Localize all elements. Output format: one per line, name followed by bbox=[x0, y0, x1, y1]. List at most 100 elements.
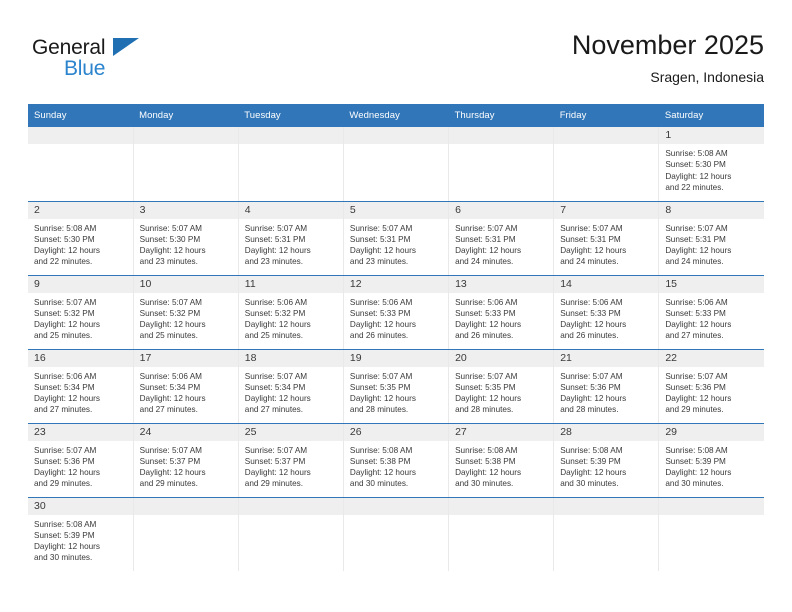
day-details: Sunrise: 5:06 AM Sunset: 5:34 PM Daylight:… bbox=[134, 367, 238, 416]
day-number bbox=[554, 127, 659, 144]
day-details: Sunrise: 5:06 AM Sunset: 5:32 PM Daylight:… bbox=[239, 293, 343, 342]
day-number: 14 bbox=[554, 275, 659, 293]
sunrise-text: Sunrise: 5:06 AM bbox=[455, 297, 518, 307]
day-details: Sunrise: 5:06 AM Sunset: 5:33 PM Daylight:… bbox=[659, 293, 764, 342]
calendar-day-cell[interactable]: 24 Sunrise: 5:07 AM Sunset: 5:37 PM Dayligh… bbox=[133, 423, 239, 498]
calendar-empty-cell bbox=[133, 497, 239, 571]
page-title: November 2025 bbox=[571, 30, 764, 60]
calendar-day-cell[interactable]: 12 Sunrise: 5:06 AM Sunset: 5:33 PM Dayligh… bbox=[343, 275, 450, 350]
calendar-week-row: 1 Sunrise: 5:08 AM Sunset: 5:30 PM Daylight… bbox=[28, 127, 764, 202]
calendar-empty-cell bbox=[343, 127, 450, 202]
day-details: Sunrise: 5:07 AM Sunset: 5:32 PM Daylight:… bbox=[28, 293, 133, 342]
day-number bbox=[133, 127, 238, 144]
calendar-day-cell[interactable]: 5 Sunrise: 5:07 AM Sunset: 5:31 PM Daylight… bbox=[343, 201, 450, 276]
daylight-text-line2: and 25 minutes. bbox=[34, 331, 93, 341]
calendar-body: 1 Sunrise: 5:08 AM Sunset: 5:30 PM Daylight… bbox=[28, 127, 764, 571]
calendar-day-cell[interactable]: 20 Sunrise: 5:07 AM Sunset: 5:35 PM Dayligh… bbox=[448, 349, 555, 424]
sunset-text: Sunset: 5:36 PM bbox=[665, 382, 726, 392]
sunrise-text: Sunrise: 5:08 AM bbox=[455, 445, 518, 455]
calendar-page: General Blue November 2025 Sragen, Indon… bbox=[0, 0, 792, 612]
calendar-day-cell[interactable]: 18 Sunrise: 5:07 AM Sunset: 5:34 PM Dayligh… bbox=[238, 349, 344, 424]
daylight-text-line1: Daylight: 12 hours bbox=[244, 468, 311, 478]
sunrise-text: Sunrise: 5:07 AM bbox=[34, 445, 97, 455]
daylight-text-line1: Daylight: 12 hours bbox=[349, 320, 416, 330]
sunset-text: Sunset: 5:31 PM bbox=[244, 234, 306, 244]
sunrise-text: Sunrise: 5:07 AM bbox=[139, 445, 202, 455]
daylight-text-line2: and 30 minutes. bbox=[349, 479, 409, 489]
daylight-text-line2: and 25 minutes. bbox=[139, 331, 198, 341]
sunset-text: Sunset: 5:32 PM bbox=[244, 308, 306, 318]
calendar-day-cell[interactable]: 16 Sunrise: 5:06 AM Sunset: 5:34 PM Dayligh… bbox=[28, 349, 134, 424]
daylight-text-line1: Daylight: 12 hours bbox=[665, 320, 732, 330]
sunrise-text: Sunrise: 5:06 AM bbox=[560, 297, 623, 307]
sunset-text: Sunset: 5:30 PM bbox=[34, 234, 95, 244]
calendar-empty-cell bbox=[28, 127, 134, 202]
calendar-empty-cell bbox=[448, 127, 555, 202]
calendar-day-cell[interactable]: 29 Sunrise: 5:08 AM Sunset: 5:39 PM Dayligh… bbox=[658, 423, 764, 498]
sunset-text: Sunset: 5:38 PM bbox=[455, 456, 516, 466]
day-details: Sunrise: 5:06 AM Sunset: 5:33 PM Daylight:… bbox=[449, 293, 553, 342]
calendar-day-cell[interactable]: 22 Sunrise: 5:07 AM Sunset: 5:36 PM Dayligh… bbox=[658, 349, 764, 424]
daylight-text-line1: Daylight: 12 hours bbox=[560, 394, 627, 404]
day-details: Sunrise: 5:07 AM Sunset: 5:31 PM Daylight:… bbox=[344, 219, 448, 268]
daylight-text-line1: Daylight: 12 hours bbox=[34, 468, 100, 478]
sunrise-text: Sunrise: 5:07 AM bbox=[349, 371, 413, 381]
day-number: 15 bbox=[659, 275, 764, 293]
calendar-day-cell[interactable]: 9 Sunrise: 5:07 AM Sunset: 5:32 PM Daylight… bbox=[28, 275, 134, 350]
daylight-text-line1: Daylight: 12 hours bbox=[139, 468, 206, 478]
calendar-day-cell[interactable]: 8 Sunrise: 5:07 AM Sunset: 5:31 PM Daylight… bbox=[658, 201, 764, 276]
calendar-day-cell[interactable]: 27 Sunrise: 5:08 AM Sunset: 5:38 PM Dayligh… bbox=[448, 423, 555, 498]
day-number: 13 bbox=[449, 275, 554, 293]
calendar-day-cell[interactable]: 23 Sunrise: 5:07 AM Sunset: 5:36 PM Dayligh… bbox=[28, 423, 134, 498]
sunrise-text: Sunrise: 5:07 AM bbox=[455, 371, 518, 381]
sunrise-text: Sunrise: 5:07 AM bbox=[34, 297, 97, 307]
sunrise-text: Sunrise: 5:06 AM bbox=[34, 371, 97, 381]
calendar-day-cell[interactable]: 30 Sunrise: 5:08 AM Sunset: 5:39 PM Dayligh… bbox=[28, 497, 134, 571]
calendar-day-cell[interactable]: 6 Sunrise: 5:07 AM Sunset: 5:31 PM Daylight… bbox=[448, 201, 555, 276]
calendar-day-cell[interactable]: 19 Sunrise: 5:07 AM Sunset: 5:35 PM Dayligh… bbox=[343, 349, 450, 424]
sunset-text: Sunset: 5:39 PM bbox=[665, 456, 726, 466]
sunrise-text: Sunrise: 5:07 AM bbox=[244, 445, 308, 455]
daylight-text-line1: Daylight: 12 hours bbox=[34, 246, 100, 256]
sunset-text: Sunset: 5:32 PM bbox=[139, 308, 201, 318]
calendar-day-cell[interactable]: 15 Sunrise: 5:06 AM Sunset: 5:33 PM Dayligh… bbox=[658, 275, 764, 350]
day-number: 2 bbox=[28, 201, 133, 219]
daylight-text-line1: Daylight: 12 hours bbox=[139, 394, 206, 404]
calendar-day-cell[interactable]: 28 Sunrise: 5:08 AM Sunset: 5:39 PM Dayligh… bbox=[553, 423, 660, 498]
calendar-day-cell[interactable]: 3 Sunrise: 5:07 AM Sunset: 5:30 PM Daylight… bbox=[133, 201, 239, 276]
calendar-day-cell[interactable]: 21 Sunrise: 5:07 AM Sunset: 5:36 PM Dayligh… bbox=[553, 349, 660, 424]
calendar-day-cell[interactable]: 25 Sunrise: 5:07 AM Sunset: 5:37 PM Dayligh… bbox=[238, 423, 344, 498]
calendar-day-cell[interactable]: 1 Sunrise: 5:08 AM Sunset: 5:30 PM Daylight… bbox=[658, 127, 764, 202]
sunset-text: Sunset: 5:33 PM bbox=[665, 308, 726, 318]
calendar-day-cell[interactable]: 13 Sunrise: 5:06 AM Sunset: 5:33 PM Dayligh… bbox=[448, 275, 555, 350]
calendar-day-cell[interactable]: 7 Sunrise: 5:07 AM Sunset: 5:31 PM Daylight… bbox=[553, 201, 660, 276]
day-number: 17 bbox=[133, 349, 238, 367]
sunset-text: Sunset: 5:31 PM bbox=[455, 234, 516, 244]
sunrise-text: Sunrise: 5:07 AM bbox=[665, 371, 728, 381]
calendar-day-cell[interactable]: 11 Sunrise: 5:06 AM Sunset: 5:32 PM Dayligh… bbox=[238, 275, 344, 350]
day-number: 25 bbox=[238, 423, 343, 441]
sunset-text: Sunset: 5:34 PM bbox=[34, 382, 95, 392]
day-number bbox=[343, 127, 449, 144]
calendar-day-cell[interactable]: 26 Sunrise: 5:08 AM Sunset: 5:38 PM Dayligh… bbox=[343, 423, 450, 498]
sunset-text: Sunset: 5:34 PM bbox=[244, 382, 306, 392]
calendar-day-cell[interactable]: 10 Sunrise: 5:07 AM Sunset: 5:32 PM Dayligh… bbox=[133, 275, 239, 350]
day-number: 26 bbox=[343, 423, 449, 441]
daylight-text-line1: Daylight: 12 hours bbox=[349, 394, 416, 404]
daylight-text-line1: Daylight: 12 hours bbox=[665, 246, 732, 256]
day-number: 22 bbox=[659, 349, 764, 367]
calendar-day-cell[interactable]: 4 Sunrise: 5:07 AM Sunset: 5:31 PM Daylight… bbox=[238, 201, 344, 276]
day-details: Sunrise: 5:08 AM Sunset: 5:30 PM Daylight:… bbox=[659, 144, 764, 193]
sunrise-text: Sunrise: 5:08 AM bbox=[34, 519, 97, 529]
weekday-header-wednesday: Wednesday bbox=[343, 104, 449, 127]
calendar-week-row: 2 Sunrise: 5:08 AM Sunset: 5:30 PM Daylight… bbox=[28, 201, 764, 276]
day-number: 21 bbox=[554, 349, 659, 367]
general-blue-logo[interactable]: General Blue bbox=[32, 36, 212, 92]
sunset-text: Sunset: 5:36 PM bbox=[560, 382, 621, 392]
calendar-day-cell[interactable]: 2 Sunrise: 5:08 AM Sunset: 5:30 PM Daylight… bbox=[28, 201, 134, 276]
sunrise-text: Sunrise: 5:08 AM bbox=[560, 445, 623, 455]
calendar-day-cell[interactable]: 17 Sunrise: 5:06 AM Sunset: 5:34 PM Dayligh… bbox=[133, 349, 239, 424]
calendar-week-row: 23 Sunrise: 5:07 AM Sunset: 5:36 PM Dayligh… bbox=[28, 423, 764, 498]
day-number: 27 bbox=[449, 423, 554, 441]
calendar-day-cell[interactable]: 14 Sunrise: 5:06 AM Sunset: 5:33 PM Dayligh… bbox=[553, 275, 660, 350]
